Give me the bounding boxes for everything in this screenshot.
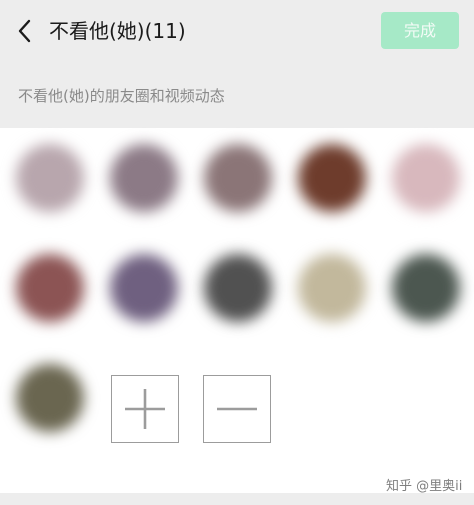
watermark: 知乎 @里奥ii <box>386 479 463 494</box>
add-member-button[interactable] <box>111 375 179 443</box>
member-avatar[interactable] <box>16 144 84 212</box>
member-avatar[interactable] <box>16 364 84 432</box>
remove-member-button[interactable] <box>203 375 271 443</box>
done-button[interactable]: 完成 <box>381 12 459 49</box>
nav-bar: 不看他(她)(11) 完成 <box>0 0 474 62</box>
member-avatar[interactable] <box>110 144 178 212</box>
back-button[interactable] <box>10 16 40 46</box>
member-avatar[interactable] <box>204 144 272 212</box>
page-title: 不看他(她)(11) <box>49 19 186 43</box>
member-avatar[interactable] <box>392 254 460 322</box>
member-avatar[interactable] <box>392 144 460 212</box>
member-grid <box>0 128 474 493</box>
section-description: 不看他(她)的朋友圈和视频动态 <box>18 87 225 105</box>
chevron-left-icon <box>18 19 31 43</box>
member-avatar[interactable] <box>16 254 84 322</box>
member-avatar[interactable] <box>298 144 366 212</box>
minus-icon <box>217 407 257 411</box>
member-avatar[interactable] <box>204 254 272 322</box>
member-avatar[interactable] <box>110 254 178 322</box>
plus-icon <box>125 389 165 429</box>
member-avatar[interactable] <box>298 254 366 322</box>
